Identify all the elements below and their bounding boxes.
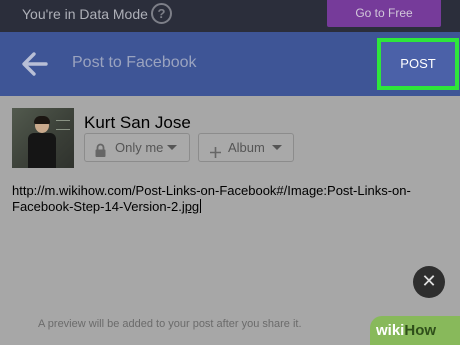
album-selector[interactable]: Album bbox=[198, 133, 294, 162]
album-label: Album bbox=[228, 140, 265, 155]
chevron-down-icon bbox=[167, 145, 177, 150]
data-mode-text: You're in Data Mode bbox=[22, 6, 148, 22]
data-mode-bar: You're in Data Mode ? Go to Free bbox=[0, 0, 460, 32]
go-to-free-button[interactable]: Go to Free bbox=[327, 0, 441, 27]
watermark-how: How bbox=[404, 322, 437, 339]
post-text-content: http://m.wikihow.com/Post-Links-on-Faceb… bbox=[12, 183, 411, 214]
help-icon[interactable]: ? bbox=[151, 3, 172, 24]
user-name: Kurt San Jose bbox=[84, 113, 191, 132]
privacy-label: Only me bbox=[115, 140, 164, 155]
text-cursor bbox=[200, 199, 202, 213]
lock-icon bbox=[94, 140, 107, 167]
back-arrow-icon[interactable] bbox=[20, 50, 50, 78]
post-text-input[interactable]: http://m.wikihow.com/Post-Links-on-Faceb… bbox=[12, 183, 452, 215]
page-title: Post to Facebook bbox=[72, 54, 197, 71]
plus-icon bbox=[209, 141, 222, 168]
close-icon[interactable]: ✕ bbox=[413, 266, 445, 298]
post-text-link-tail: jpg bbox=[181, 199, 200, 214]
app-header: Post to Facebook POST bbox=[0, 32, 460, 96]
chevron-down-icon bbox=[272, 145, 282, 150]
avatar bbox=[12, 108, 74, 168]
preview-note: A preview will be added to your post aft… bbox=[38, 318, 302, 330]
post-button[interactable]: POST bbox=[377, 38, 459, 90]
privacy-selector[interactable]: Only me bbox=[84, 133, 190, 162]
wikihow-watermark: wikiHow bbox=[370, 316, 460, 345]
watermark-wiki: wiki bbox=[376, 322, 405, 339]
